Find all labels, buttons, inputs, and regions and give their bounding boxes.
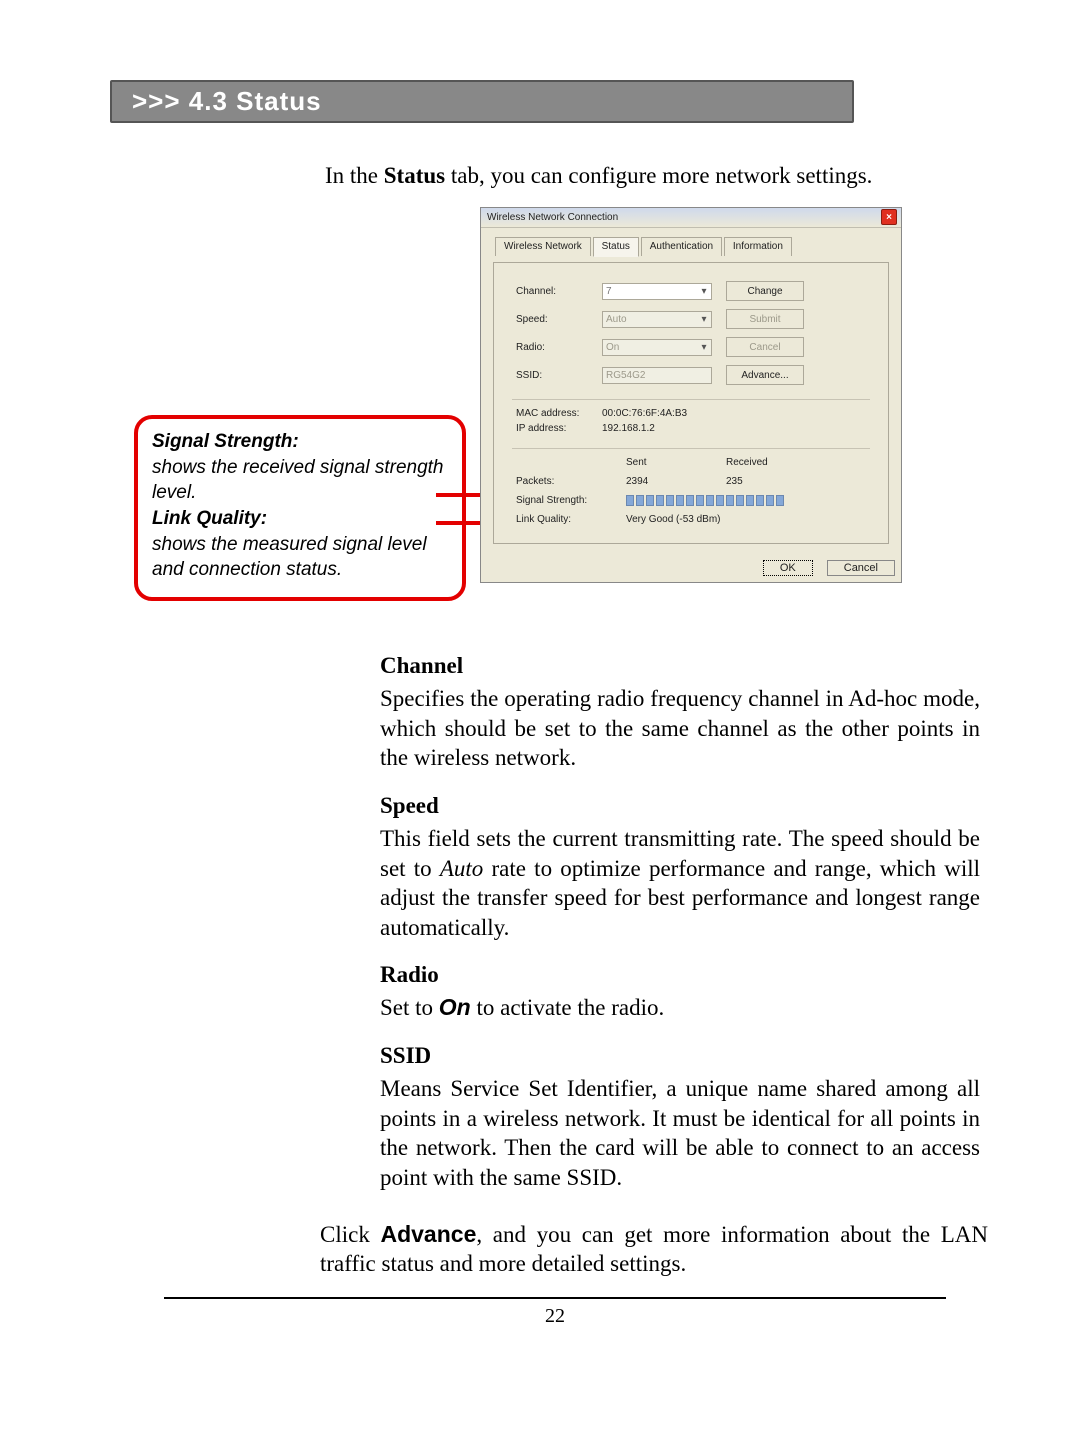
tab-authentication[interactable]: Authentication — [641, 237, 722, 256]
tab-information[interactable]: Information — [724, 237, 792, 256]
heading-ssid: SSID — [380, 1041, 980, 1070]
signal-strength-bar — [626, 495, 826, 506]
dialog-title: Wireless Network Connection — [487, 212, 618, 223]
callout-box: Signal Strength: shows the received sign… — [134, 415, 466, 601]
intro-text: In the Status tab, you can configure mor… — [325, 163, 1000, 189]
chevron-down-icon: ▾ — [700, 314, 708, 325]
channel-label: Channel: — [516, 286, 588, 297]
final-paragraph: Click Advance, and you can get more info… — [320, 1220, 988, 1279]
footer-rule — [164, 1297, 946, 1299]
callout-connector — [436, 521, 482, 525]
radio-select[interactable]: On▾ — [602, 339, 712, 356]
dialog-wireless-status: Wireless Network Connection × Wireless N… — [480, 207, 902, 583]
ssid-label: SSID: — [516, 370, 588, 381]
link-quality-value: Very Good (-53 dBm) — [626, 514, 826, 525]
body-column: Channel Specifies the operating radio fr… — [380, 651, 980, 1192]
ip-value: 192.168.1.2 — [602, 423, 866, 434]
callout-text-signal: shows the received signal strength level… — [152, 455, 448, 506]
paragraph-ssid: Means Service Set Identifier, a unique n… — [380, 1074, 980, 1192]
mac-value: 00:0C:76:6F:4A:B3 — [602, 408, 866, 419]
page-number: 22 — [110, 1305, 1000, 1328]
ok-button[interactable]: OK — [763, 560, 813, 576]
link-quality-label: Link Quality: — [516, 514, 626, 525]
callout-text-link: shows the measured signal level and conn… — [152, 532, 448, 583]
paragraph-radio: Set to On to activate the radio. — [380, 993, 980, 1022]
ip-label: IP address: — [516, 423, 588, 434]
packets-sent: 2394 — [626, 476, 726, 487]
heading-speed: Speed — [380, 791, 980, 820]
divider — [512, 399, 870, 400]
speed-label: Speed: — [516, 314, 588, 325]
cancel-small-button[interactable]: Cancel — [726, 337, 804, 357]
figure-area: Signal Strength: shows the received sign… — [110, 207, 1000, 627]
callout-heading-link: Link Quality: — [152, 508, 267, 529]
tab-wireless-network[interactable]: Wireless Network — [495, 237, 591, 256]
tab-strip: Wireless Network Status Authentication I… — [495, 236, 889, 256]
sent-header: Sent — [626, 457, 726, 468]
divider — [512, 448, 870, 449]
chevron-down-icon: ▾ — [700, 342, 708, 353]
callout-heading-signal: Signal Strength: — [152, 431, 299, 452]
advance-button[interactable]: Advance... — [726, 365, 804, 385]
close-icon[interactable]: × — [881, 209, 897, 225]
callout-connector — [436, 493, 482, 497]
change-button[interactable]: Change — [726, 281, 804, 301]
speed-select[interactable]: Auto▾ — [602, 311, 712, 328]
ssid-input[interactable]: RG54G2 — [602, 367, 712, 384]
heading-channel: Channel — [380, 651, 980, 680]
tab-panel: Channel: 7▾ Change Speed: Auto▾ Submit R… — [493, 262, 889, 544]
channel-select[interactable]: 7▾ — [602, 283, 712, 300]
heading-radio: Radio — [380, 960, 980, 989]
packets-label: Packets: — [516, 476, 626, 487]
chevron-down-icon: ▾ — [700, 286, 708, 297]
mac-label: MAC address: — [516, 408, 588, 419]
radio-label: Radio: — [516, 342, 588, 353]
paragraph-channel: Specifies the operating radio frequency … — [380, 684, 980, 772]
packets-received: 235 — [726, 476, 826, 487]
cancel-button[interactable]: Cancel — [827, 560, 895, 576]
tab-status[interactable]: Status — [593, 237, 639, 257]
section-header: >>> 4.3 Status — [110, 80, 854, 123]
submit-button[interactable]: Submit — [726, 309, 804, 329]
signal-strength-label: Signal Strength: — [516, 495, 626, 506]
received-header: Received — [726, 457, 826, 468]
paragraph-speed: This field sets the current transmitting… — [380, 824, 980, 942]
